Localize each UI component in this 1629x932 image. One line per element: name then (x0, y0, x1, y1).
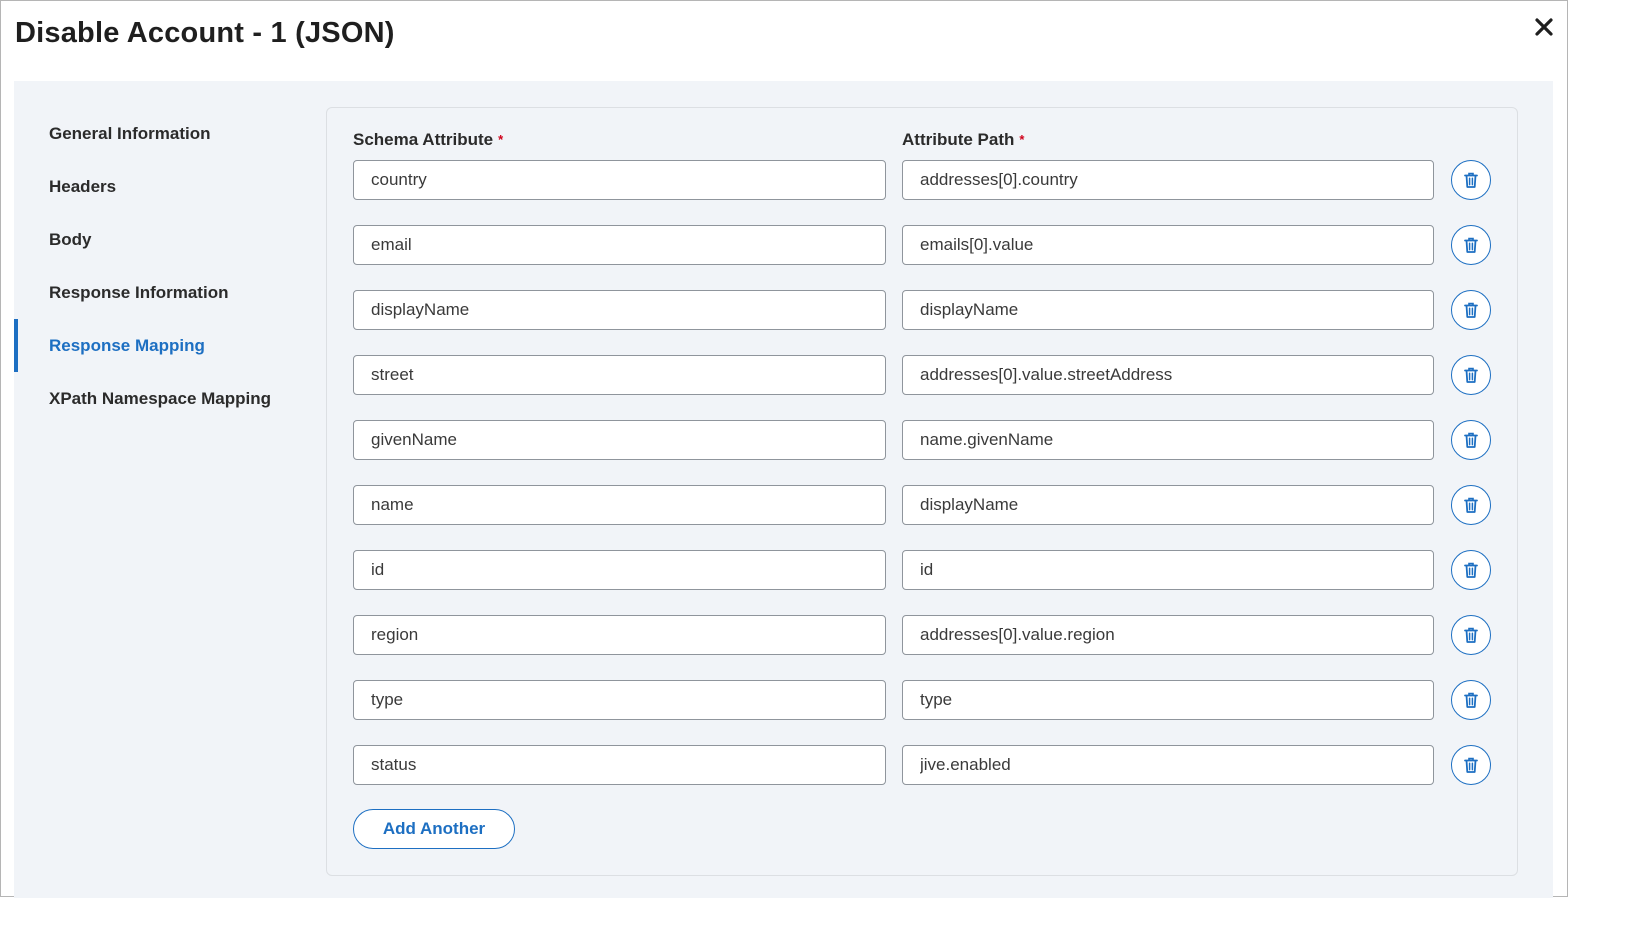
delete-row-button[interactable] (1451, 550, 1491, 590)
trash-icon (1462, 431, 1480, 449)
attribute-path-input[interactable] (902, 550, 1434, 590)
delete-row-button[interactable] (1451, 745, 1491, 785)
schema-attribute-input[interactable] (353, 290, 886, 330)
schema-attribute-input[interactable] (353, 355, 886, 395)
sidebar-item-general-information[interactable]: General Information (14, 107, 314, 160)
schema-attribute-header: Schema Attribute * (353, 130, 503, 150)
required-marker: * (498, 132, 504, 147)
trash-icon (1462, 756, 1480, 774)
attribute-path-input[interactable] (902, 290, 1434, 330)
trash-icon (1462, 561, 1480, 579)
schema-attribute-label: Schema Attribute (353, 130, 494, 149)
schema-attribute-input[interactable] (353, 225, 886, 265)
delete-row-button[interactable] (1451, 680, 1491, 720)
delete-row-button[interactable] (1451, 160, 1491, 200)
mapping-row (353, 225, 1493, 265)
trash-icon (1462, 171, 1480, 189)
schema-attribute-input[interactable] (353, 615, 886, 655)
close-icon (1535, 18, 1553, 36)
required-marker: * (1019, 132, 1025, 147)
trash-icon (1462, 691, 1480, 709)
mapping-row (353, 355, 1493, 395)
dialog: Disable Account - 1 (JSON) General Infor… (0, 0, 1568, 898)
attribute-path-input[interactable] (902, 745, 1434, 785)
delete-row-button[interactable] (1451, 615, 1491, 655)
trash-icon (1462, 236, 1480, 254)
delete-row-button[interactable] (1451, 225, 1491, 265)
schema-attribute-input[interactable] (353, 160, 886, 200)
sidebar-item-headers[interactable]: Headers (14, 160, 314, 213)
schema-attribute-input[interactable] (353, 420, 886, 460)
attribute-path-input[interactable] (902, 355, 1434, 395)
mapping-row (353, 420, 1493, 460)
attribute-path-input[interactable] (902, 680, 1434, 720)
schema-attribute-input[interactable] (353, 745, 886, 785)
sidebar-item-response-mapping[interactable]: Response Mapping (14, 319, 314, 372)
close-button[interactable] (1530, 13, 1558, 41)
sidebar-item-response-information[interactable]: Response Information (14, 266, 314, 319)
attribute-path-input[interactable] (902, 485, 1434, 525)
attribute-path-input[interactable] (902, 420, 1434, 460)
dialog-title: Disable Account - 1 (JSON) (15, 17, 395, 49)
schema-attribute-input[interactable] (353, 550, 886, 590)
mapping-row (353, 485, 1493, 525)
attribute-path-input[interactable] (902, 615, 1434, 655)
mapping-row (353, 290, 1493, 330)
sidebar-nav: General Information Headers Body Response I… (14, 107, 314, 425)
sidebar-item-body[interactable]: Body (14, 213, 314, 266)
add-another-button[interactable]: Add Another (353, 809, 515, 849)
mapping-row (353, 615, 1493, 655)
delete-row-button[interactable] (1451, 355, 1491, 395)
delete-row-button[interactable] (1451, 420, 1491, 460)
delete-row-button[interactable] (1451, 485, 1491, 525)
attribute-path-header: Attribute Path * (902, 130, 1024, 150)
trash-icon (1462, 626, 1480, 644)
mapping-row (353, 160, 1493, 200)
trash-icon (1462, 366, 1480, 384)
response-mapping-panel: Schema Attribute * Attribute Path * Add An… (326, 107, 1518, 876)
schema-attribute-input[interactable] (353, 485, 886, 525)
attribute-path-input[interactable] (902, 225, 1434, 265)
attribute-path-label: Attribute Path (902, 130, 1015, 149)
mapping-row (353, 745, 1493, 785)
schema-attribute-input[interactable] (353, 680, 886, 720)
dialog-body: General Information Headers Body Response I… (14, 81, 1553, 898)
sidebar-item-xpath-namespace-mapping[interactable]: XPath Namespace Mapping (14, 372, 314, 425)
mapping-row (353, 550, 1493, 590)
trash-icon (1462, 301, 1480, 319)
mapping-row (353, 680, 1493, 720)
attribute-path-input[interactable] (902, 160, 1434, 200)
trash-icon (1462, 496, 1480, 514)
delete-row-button[interactable] (1451, 290, 1491, 330)
